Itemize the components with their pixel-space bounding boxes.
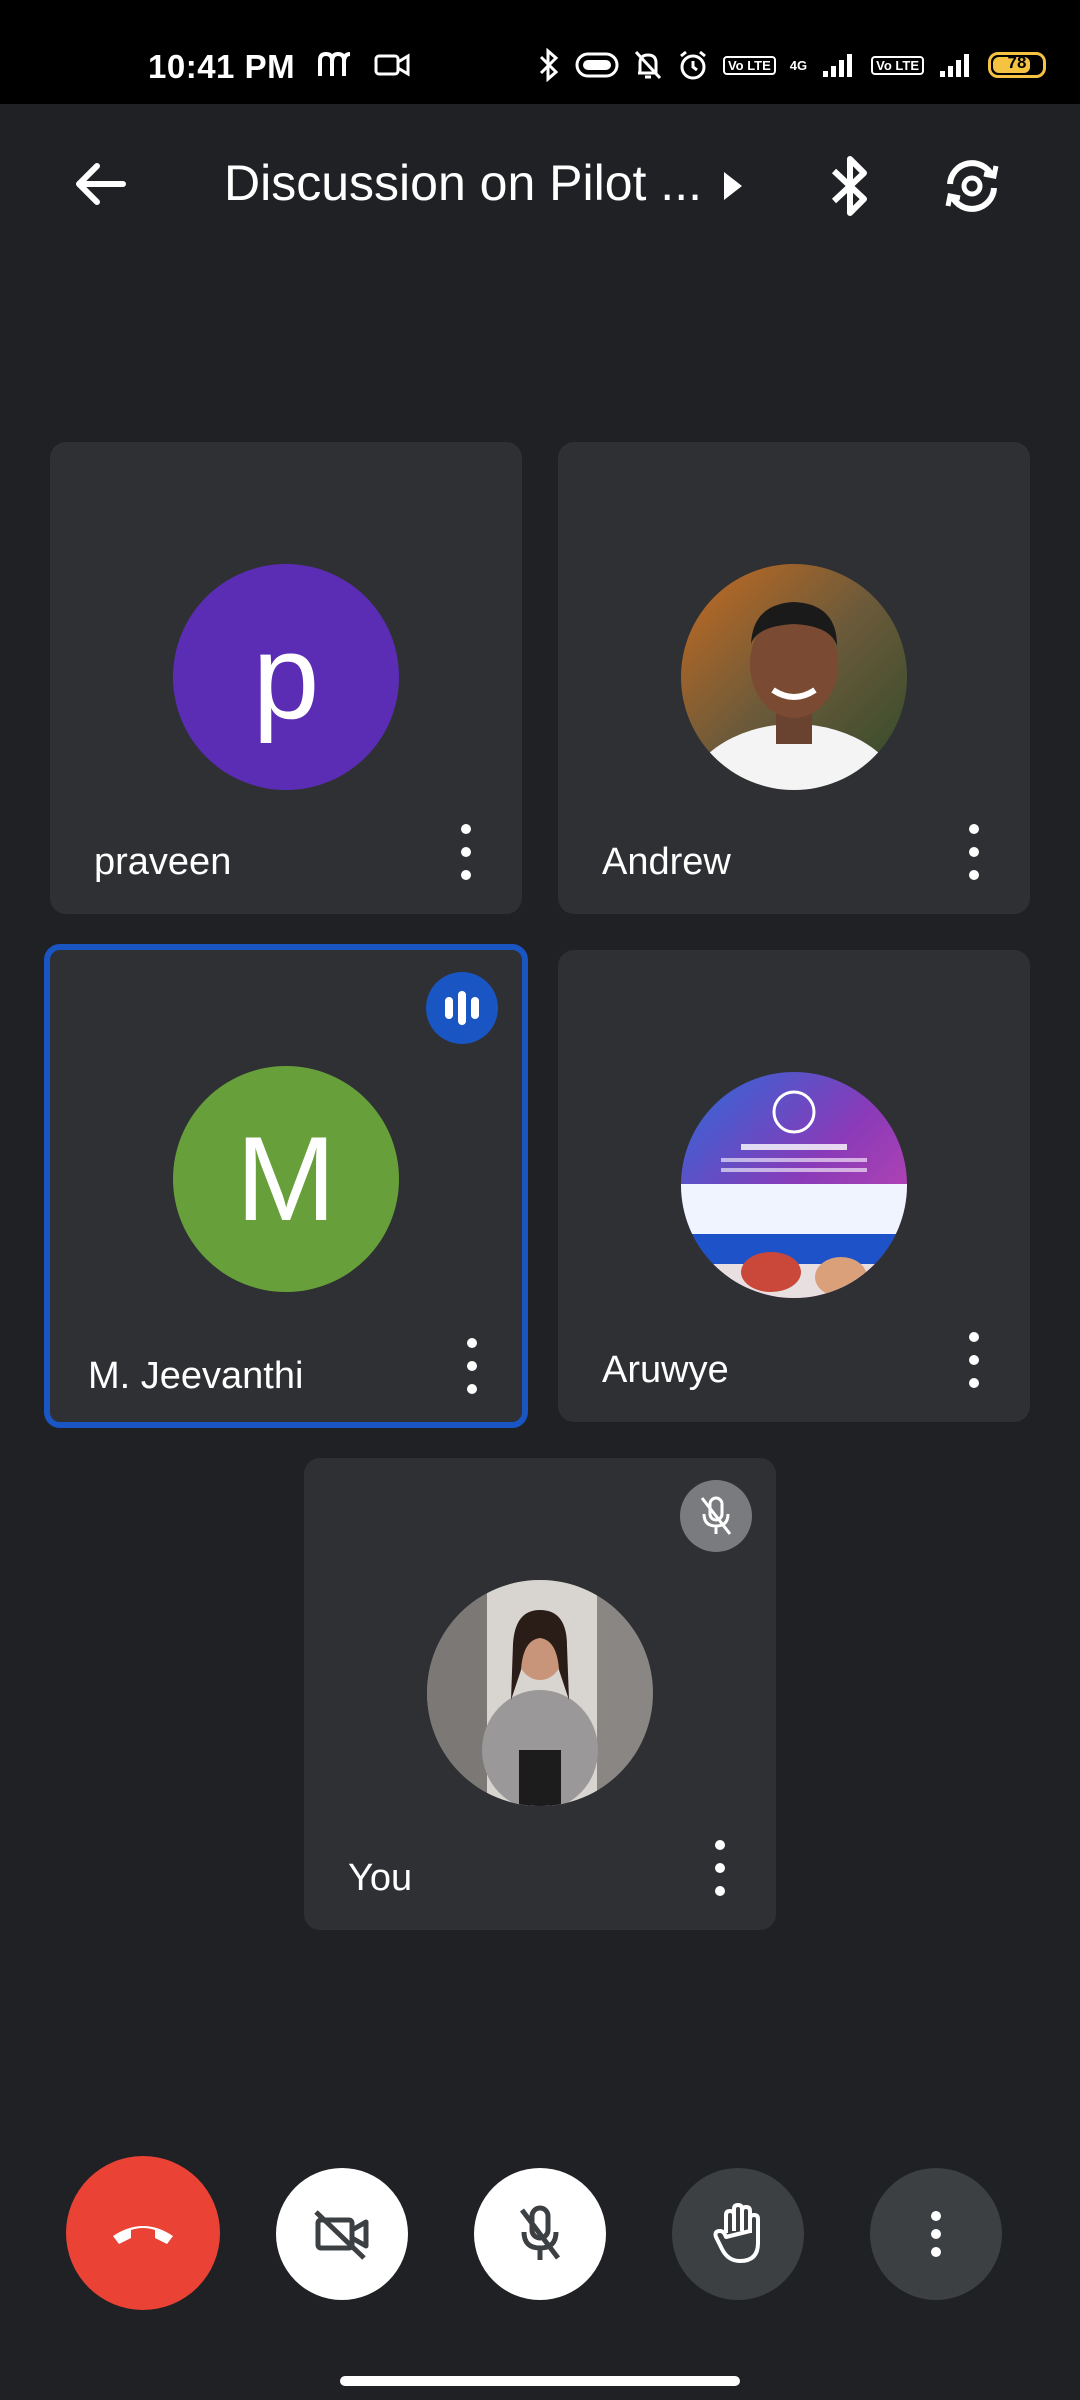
bell-off-status-icon	[634, 50, 662, 80]
battery-icon: 78	[988, 52, 1046, 78]
participant-name: Andrew	[602, 841, 731, 883]
m-app-icon	[318, 51, 351, 76]
battery-level: 78	[1007, 53, 1027, 72]
network-4g-label: 4G	[789, 57, 808, 73]
status-notification-icons	[316, 50, 410, 80]
status-system-icons: Vo LTE 4G Vo LTE 78	[537, 48, 1046, 82]
caret-right-icon[interactable]	[718, 166, 748, 206]
avatar	[427, 1580, 653, 1806]
speaking-indicator-icon	[426, 972, 498, 1044]
alarm-status-icon	[680, 50, 706, 80]
mic-off-icon	[520, 2205, 560, 2260]
end-call-button[interactable]	[66, 2156, 220, 2310]
phone-hangup-icon	[113, 2226, 173, 2244]
volte-badge-1: Vo LTE	[722, 55, 776, 75]
participant-name: praveen	[94, 841, 232, 883]
mic-off-icon	[700, 1496, 732, 1535]
arrow-left-icon	[76, 163, 126, 205]
profile-photo	[681, 564, 907, 790]
toggle-status-icon	[575, 52, 619, 78]
participant-options-button[interactable]	[456, 824, 476, 880]
video-off-icon	[314, 2210, 369, 2260]
profile-photo	[427, 1580, 653, 1806]
hand-icon	[713, 2203, 760, 2263]
switch-camera-button[interactable]	[930, 144, 1014, 228]
participant-name: M. Jeevanthi	[88, 1355, 304, 1397]
meeting-title[interactable]: Discussion on Pilot ...	[224, 154, 702, 212]
signal-icon-2	[940, 54, 969, 77]
bluetooth-status-icon	[539, 48, 559, 82]
status-bar: 10:41 PM Vo LTE 4G Vo LTE 78	[0, 0, 1080, 104]
avatar	[681, 1072, 907, 1298]
more-options-button[interactable]	[870, 2168, 1002, 2300]
participant-tile-m-jeevanthi[interactable]: M M. Jeevanthi	[44, 944, 528, 1428]
participant-options-button[interactable]	[462, 1338, 482, 1394]
audio-output-button[interactable]	[808, 144, 892, 228]
participant-options-button[interactable]	[964, 824, 984, 880]
meeting-header: Discussion on Pilot ...	[0, 104, 1080, 264]
video-status-icon	[374, 53, 410, 77]
participant-tile-praveen[interactable]: p praveen	[50, 442, 522, 914]
camera-rotate-icon	[945, 160, 999, 212]
participant-tile-you[interactable]: You	[304, 1458, 776, 1930]
avatar: M	[173, 1066, 399, 1292]
participant-name: Aruwye	[602, 1349, 729, 1391]
participant-name: You	[348, 1857, 413, 1899]
camera-toggle-button[interactable]	[276, 2168, 408, 2300]
back-button[interactable]	[60, 144, 140, 224]
mic-toggle-button[interactable]	[474, 2168, 606, 2300]
profile-photo	[681, 1072, 907, 1298]
avatar: p	[173, 564, 399, 790]
participant-options-button[interactable]	[710, 1840, 730, 1896]
participant-tile-andrew[interactable]: Andrew	[558, 442, 1030, 914]
call-controls	[0, 2156, 1080, 2312]
bluetooth-icon	[831, 156, 867, 216]
muted-indicator	[680, 1480, 752, 1552]
participant-tile-aruwye[interactable]: Aruwye	[558, 950, 1030, 1422]
participant-options-button[interactable]	[964, 1332, 984, 1388]
status-time: 10:41 PM	[148, 48, 296, 85]
raise-hand-button[interactable]	[672, 2168, 804, 2300]
volte-badge-2: Vo LTE	[871, 55, 924, 75]
avatar	[681, 564, 907, 790]
home-indicator[interactable]	[340, 2376, 740, 2386]
signal-icon-1	[823, 54, 853, 77]
more-vert-icon	[931, 2211, 941, 2257]
